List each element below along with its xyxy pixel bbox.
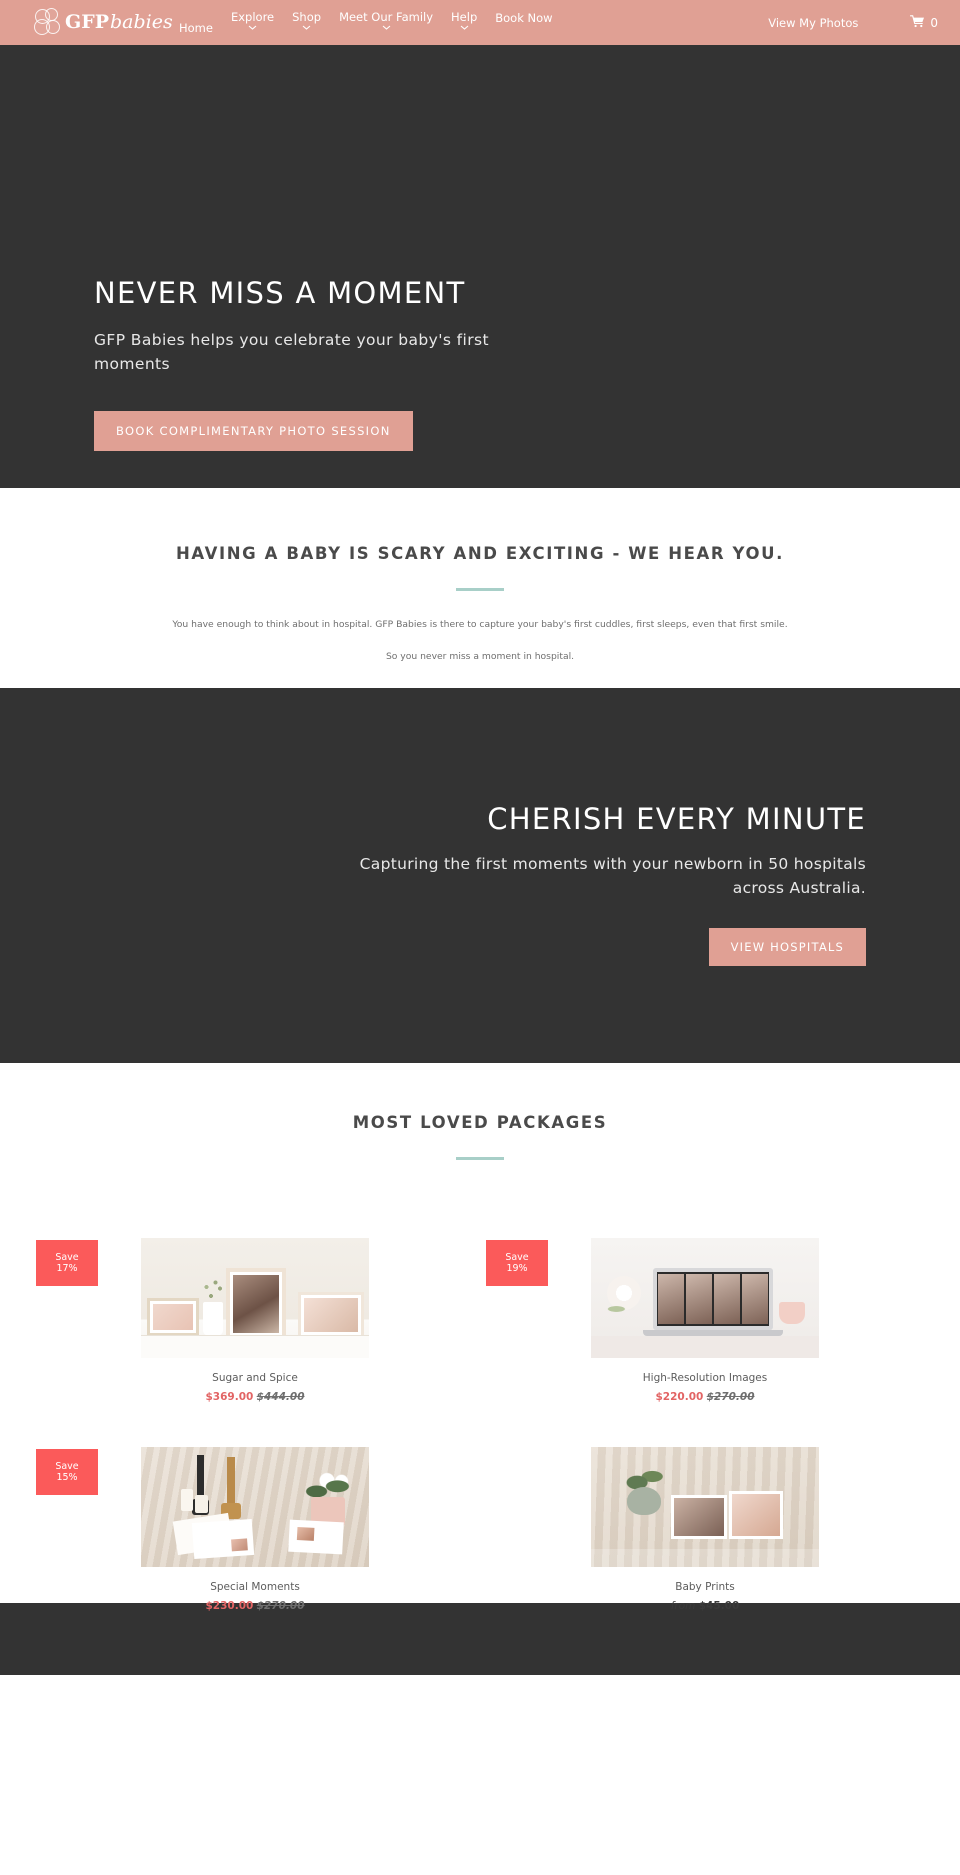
save-badge: Save 19% [486,1240,548,1286]
product-card[interactable]: Save 15% Special Moments $230.00 $270.00 [30,1415,480,1624]
nav-item-home[interactable]: Home [170,0,222,35]
intro-heading: HAVING A BABY IS SCARY AND EXCITING - WE… [175,544,785,563]
compare-price: $270.00 [706,1391,755,1403]
view-hospitals-button[interactable]: VIEW HOSPITALS [708,928,866,966]
packages-heading: MOST LOVED PACKAGES [352,1113,608,1132]
nav-item-help[interactable]: Help [442,0,486,30]
baby-flower-logo-icon [33,7,63,37]
nav-item-meet-our-family[interactable]: Meet Our Family [330,0,442,30]
section-divider [456,1157,504,1160]
product-name: Special Moments [210,1581,300,1593]
compare-price: $444.00 [256,1391,305,1403]
save-badge: Save 17% [36,1240,98,1286]
chevron-down-icon [302,25,311,30]
product-card[interactable]: Save 17% Sugar and Spice $369.00 $444.00 [30,1206,480,1415]
nav-label: Book Now [495,11,553,25]
product-name: Baby Prints [675,1581,735,1593]
price-from-label: from [670,1600,696,1612]
badge-save-percent: 17% [56,1263,78,1274]
chevron-down-icon [248,25,257,30]
product-grid: Save 17% Sugar and Spice $369.00 $444.00… [30,1206,930,1624]
product-row: Save 15% Special Moments $230.00 $270.00… [30,1415,930,1624]
cart-button[interactable]: 0 [910,14,938,31]
nav-item-explore[interactable]: Explore [222,0,283,30]
product-image[interactable] [591,1447,819,1567]
shopping-cart-icon [910,14,930,31]
hero-section: NEVER MISS A MOMENT GFP Babies helps you… [0,45,960,488]
product-price: $230.00 $270.00 [30,1600,480,1612]
logo-primary-text: GFP [65,10,110,33]
cart-count: 0 [930,15,938,30]
product-price: from $45.00 [480,1600,930,1612]
intro-paragraph-1: You have enough to think about in hospit… [172,619,788,630]
product-name: High-Resolution Images [642,1372,768,1384]
main-navigation: Home Explore Shop Meet Our Family Help B… [170,0,553,45]
cherish-section: CHERISH EVERY MINUTE Capturing the first… [0,688,960,1063]
cherish-title: CHERISH EVERY MINUTE [487,802,866,836]
nav-label: Meet Our Family [339,10,434,24]
product-image[interactable] [591,1238,819,1358]
save-badge: Save 15% [36,1449,98,1495]
product-image[interactable] [141,1447,369,1567]
logo-script-text: babies [110,10,173,33]
badge-save-percent: 19% [506,1263,528,1274]
product-image[interactable] [141,1238,369,1358]
section-divider [456,588,504,591]
nav-item-shop[interactable]: Shop [283,0,330,30]
hero-title: NEVER MISS A MOMENT [94,276,466,310]
badge-save-label: Save [505,1251,529,1263]
cherish-subtitle: Capturing the first moments with your ne… [359,855,866,898]
site-header: GFP babies Home Explore Shop Meet Our Fa… [0,0,960,45]
nav-label: Shop [292,10,322,24]
badge-save-percent: 15% [56,1472,78,1483]
chevron-down-icon [460,25,469,30]
hero-subtitle: GFP Babies helps you celebrate your baby… [94,331,489,374]
badge-save-label: Save [55,1251,79,1263]
view-my-photos-link[interactable]: View My Photos [768,15,858,31]
chevron-down-icon [382,25,391,30]
nav-label: Help [451,10,478,24]
book-photo-session-button[interactable]: BOOK COMPLIMENTARY PHOTO SESSION [94,411,413,451]
badge-save-label: Save [55,1460,79,1472]
nav-item-book-now[interactable]: Book Now [486,0,553,25]
product-price: $220.00 $270.00 [480,1391,930,1403]
sale-price: $369.00 [205,1391,254,1403]
sale-price: $220.00 [655,1391,704,1403]
header-right-actions: View My Photos 0 [768,0,938,45]
product-row: Save 17% Sugar and Spice $369.00 $444.00… [30,1206,930,1415]
intro-section: HAVING A BABY IS SCARY AND EXCITING - WE… [0,488,960,688]
packages-section: MOST LOVED PACKAGES Save 17% Sugar and S… [0,1063,960,1612]
product-card[interactable]: Baby Prints from $45.00 [480,1415,930,1624]
product-name: Sugar and Spice [212,1372,298,1384]
nav-label: Home [179,21,213,35]
compare-price: $270.00 [256,1600,305,1612]
nav-label: Explore [230,10,275,24]
intro-paragraph-2: So you never miss a moment in hospital. [385,650,575,662]
sale-price: $230.00 [205,1600,254,1612]
sale-price: $45.00 [698,1600,740,1612]
product-price: $369.00 $444.00 [30,1391,480,1403]
site-logo[interactable]: GFP babies [33,4,173,40]
product-card[interactable]: Save 19% High-Resolution Images $220.00 … [480,1206,930,1415]
